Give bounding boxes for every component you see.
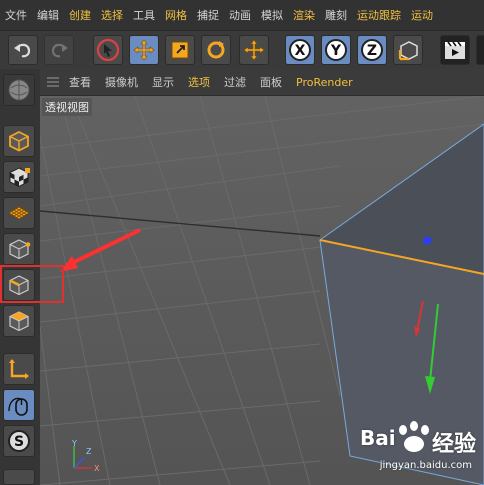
viewport-menu-prorender[interactable]: ProRender bbox=[289, 76, 360, 89]
polygon-mode-button[interactable] bbox=[3, 305, 35, 337]
transform-tool-button[interactable] bbox=[239, 35, 269, 65]
axis-y-icon: Y bbox=[325, 39, 347, 61]
redo-button[interactable] bbox=[44, 35, 74, 65]
render-view-button[interactable] bbox=[440, 35, 470, 65]
world-axis-gizmo: Y Z X bbox=[71, 439, 100, 473]
checker-cube-icon bbox=[9, 167, 30, 188]
menu-create[interactable]: 创建 bbox=[64, 7, 96, 23]
baidu-watermark: Bai 经验 jingyan.baidu.com bbox=[360, 420, 484, 480]
rotate-tool-button[interactable] bbox=[201, 35, 231, 65]
world-x-axis-line bbox=[40, 210, 321, 237]
live-select-button[interactable] bbox=[93, 35, 123, 65]
menu-mesh[interactable]: 网格 bbox=[160, 7, 192, 23]
main-toolbar: X Y Z bbox=[0, 30, 484, 70]
menu-file[interactable]: 文件 bbox=[0, 7, 32, 23]
move-icon bbox=[133, 39, 155, 61]
cube-icon bbox=[9, 130, 29, 152]
gizmo-y-label: Y bbox=[71, 439, 77, 448]
axis-x-icon: X bbox=[289, 39, 311, 61]
axis-x-label: X bbox=[295, 43, 306, 59]
mouse-icon bbox=[8, 397, 28, 416]
menu-simulate[interactable]: 模拟 bbox=[256, 7, 288, 23]
point-cube-icon bbox=[9, 239, 31, 260]
coordinate-system-icon bbox=[398, 41, 418, 61]
gizmo-z-label: Z bbox=[86, 447, 92, 456]
viewport-menu-cameras[interactable]: 摄像机 bbox=[98, 74, 145, 90]
move-tool-button[interactable] bbox=[129, 35, 159, 65]
viewport-label: 透视视图 bbox=[42, 98, 92, 116]
watermark-brand-left: Bai bbox=[360, 426, 396, 450]
polygon-cube-icon bbox=[9, 311, 29, 332]
axis-mode-button[interactable] bbox=[3, 353, 35, 385]
gizmo-x-label: X bbox=[94, 464, 100, 473]
workplane-snap-button[interactable] bbox=[3, 469, 35, 485]
make-editable-icon bbox=[8, 79, 30, 101]
viewport-menu-bar: 查看 摄像机 显示 选项 过滤 面板 ProRender bbox=[40, 69, 484, 96]
axis-mode-icon bbox=[9, 359, 29, 379]
menu-snap[interactable]: 捕捉 bbox=[192, 7, 224, 23]
viewport-menu-view[interactable]: 查看 bbox=[62, 74, 98, 90]
workplane-mode-button[interactable] bbox=[3, 197, 35, 229]
solo-mode-button[interactable]: S bbox=[3, 425, 35, 457]
viewport-menu-panel[interactable]: 面板 bbox=[253, 74, 289, 90]
scale-tool-button[interactable] bbox=[165, 35, 195, 65]
render-to-picture-viewer-button[interactable] bbox=[476, 35, 484, 65]
solo-icon: S bbox=[8, 430, 30, 452]
menu-render[interactable]: 渲染 bbox=[288, 7, 320, 23]
viewport-menu-filter[interactable]: 过滤 bbox=[217, 74, 253, 90]
undo-icon bbox=[14, 43, 31, 58]
solo-label: S bbox=[14, 434, 24, 450]
live-select-icon bbox=[96, 38, 120, 62]
menu-sculpt[interactable]: 雕刻 bbox=[320, 7, 352, 23]
main-menu-bar: 文件 编辑 创建 选择 工具 网格 捕捉 动画 模拟 渲染 雕刻 运动跟踪 运动 bbox=[0, 0, 484, 30]
menu-edit[interactable]: 编辑 bbox=[32, 7, 64, 23]
undo-button[interactable] bbox=[8, 35, 38, 65]
axis-z-icon: Z bbox=[361, 39, 383, 61]
axis-y-button[interactable]: Y bbox=[321, 35, 351, 65]
point-mode-button[interactable] bbox=[3, 233, 35, 265]
rotate-icon bbox=[207, 41, 225, 59]
menu-motion-tracking[interactable]: 运动跟踪 bbox=[352, 7, 406, 23]
axis-x-button[interactable]: X bbox=[285, 35, 315, 65]
menu-motion[interactable]: 运动 bbox=[406, 7, 438, 23]
menu-tools[interactable]: 工具 bbox=[128, 7, 160, 23]
watermark-brand-right: 经验 bbox=[431, 432, 476, 457]
tweak-mode-button[interactable] bbox=[3, 389, 35, 421]
viewport-menu-options[interactable]: 选项 bbox=[181, 74, 217, 90]
annotation-arrow bbox=[69, 228, 141, 266]
menu-select[interactable]: 选择 bbox=[96, 7, 128, 23]
grid-plane-icon bbox=[8, 206, 30, 220]
model-mode-button[interactable] bbox=[3, 125, 35, 157]
axis-y-label: Y bbox=[330, 43, 342, 59]
clapboard-icon bbox=[445, 41, 465, 59]
texture-mode-button[interactable] bbox=[3, 161, 35, 193]
viewport-menu-display[interactable]: 显示 bbox=[145, 74, 181, 90]
axis-z-button[interactable]: Z bbox=[357, 35, 387, 65]
watermark-url: jingyan.baidu.com bbox=[379, 460, 472, 471]
scale-icon bbox=[171, 41, 189, 59]
axis-z-label: Z bbox=[367, 43, 377, 59]
coordinate-system-button[interactable] bbox=[393, 35, 423, 65]
highlight-box bbox=[0, 265, 64, 303]
make-editable-button[interactable] bbox=[3, 74, 35, 106]
menu-animate[interactable]: 动画 bbox=[224, 7, 256, 23]
viewport-grip-icon bbox=[46, 76, 60, 88]
transform-icon bbox=[243, 39, 265, 61]
redo-icon bbox=[51, 43, 68, 58]
